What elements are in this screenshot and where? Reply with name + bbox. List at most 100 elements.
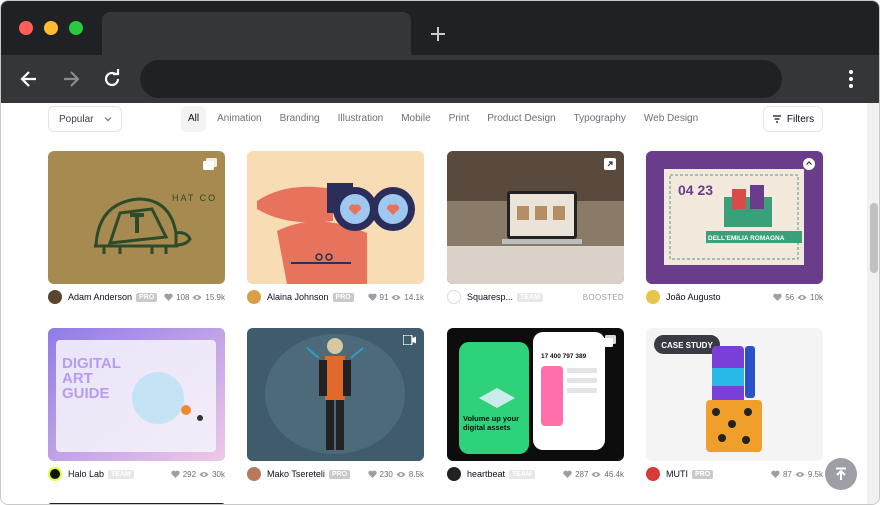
shot-art-text: HAT CO <box>172 193 217 203</box>
chevron-down-icon <box>104 117 112 122</box>
shot-thumbnail[interactable] <box>247 328 424 461</box>
scrollbar[interactable] <box>867 103 879 504</box>
tab-typography[interactable]: Typography <box>565 106 635 132</box>
eye-icon <box>797 294 807 300</box>
rebound-icon <box>803 158 815 170</box>
shot-meta: heartbeat TEAM 287 46.4k <box>447 466 624 482</box>
avatar[interactable] <box>447 290 461 304</box>
shot-stats: 87 9.5k <box>771 470 823 479</box>
arrow-right-icon <box>64 71 80 87</box>
eye-icon <box>795 471 805 477</box>
shot-thumbnail[interactable]: CASE STUDY <box>646 328 823 461</box>
avatar[interactable] <box>48 467 62 481</box>
close-window-button[interactable] <box>19 21 33 35</box>
avatar[interactable] <box>646 290 660 304</box>
browser-menu-button[interactable] <box>837 63 865 95</box>
multi-shot-icon <box>602 335 616 347</box>
sort-select[interactable]: Popular <box>48 106 122 132</box>
sort-select-value: Popular <box>59 113 94 125</box>
avatar[interactable] <box>247 467 261 481</box>
shot-art <box>447 151 624 284</box>
eye-icon <box>199 471 209 477</box>
avatar[interactable] <box>447 467 461 481</box>
shot-meta: Adam Anderson PRO 108 15.9k <box>48 289 225 305</box>
like-count: 91 <box>379 292 389 302</box>
reload-icon <box>104 69 120 87</box>
avatar[interactable] <box>247 290 261 304</box>
shot-art-text: 17 400 797 389 <box>541 353 587 360</box>
author-name[interactable]: Adam Anderson <box>68 292 132 302</box>
shot-thumbnail[interactable]: Volume up your digital assets 17 400 797… <box>447 328 624 461</box>
shot-art: CASE STUDY <box>654 335 762 452</box>
eye-icon <box>396 471 406 477</box>
tab-animation[interactable]: Animation <box>208 106 270 132</box>
view-count: 10k <box>810 292 823 302</box>
address-bar[interactable] <box>140 60 782 98</box>
boosted-label: BOOSTED <box>582 292 624 302</box>
heart-icon[interactable] <box>367 470 377 478</box>
filters-button[interactable]: Filters <box>763 106 823 132</box>
browser-toolbar <box>1 55 879 103</box>
reload-button[interactable] <box>96 63 128 95</box>
heart-icon[interactable] <box>164 293 173 301</box>
author-name[interactable]: Alaina Johnson <box>267 292 329 302</box>
heart-icon[interactable] <box>171 470 180 478</box>
tab-illustration[interactable]: Illustration <box>329 106 393 132</box>
scrollbar-thumb[interactable] <box>870 203 878 273</box>
shot-thumbnail[interactable] <box>447 151 624 284</box>
shot-thumbnail[interactable]: HAT CO <box>48 151 225 284</box>
scroll-to-top-button[interactable] <box>825 458 857 490</box>
heart-icon[interactable] <box>773 293 782 301</box>
new-tab-button[interactable] <box>427 19 449 49</box>
author-name[interactable]: Squaresp... <box>467 292 513 302</box>
eye-icon <box>591 471 601 477</box>
tab-branding[interactable]: Branding <box>271 106 329 132</box>
shot-art-text: Volume up your digital assets <box>463 414 520 432</box>
avatar[interactable] <box>646 467 660 481</box>
author-name[interactable]: heartbeat <box>467 469 505 479</box>
shot-meta: João Augusto 56 10k <box>646 289 823 305</box>
author-name[interactable]: Halo Lab <box>68 469 104 479</box>
shot-thumbnail[interactable]: 04 23 DELL'EMILIA ROMAGNA <box>646 151 823 284</box>
shot-art-text: DIGITAL ART GUIDE <box>62 356 121 402</box>
browser-tab[interactable] <box>102 12 411 55</box>
shot-stats: 91 14.1k <box>367 292 424 302</box>
maximize-window-button[interactable] <box>69 21 83 35</box>
shot-thumbnail[interactable] <box>247 151 424 284</box>
shot-meta: Mako Tsereteli PRO 230 8.5k <box>247 466 424 482</box>
shot-art-text: DELL'EMILIA ROMAGNA <box>708 235 785 242</box>
shot-stats: 56 10k <box>773 293 823 302</box>
pro-badge: PRO <box>328 469 351 479</box>
shot-stats: 230 8.5k <box>367 470 424 479</box>
pro-badge: PRO <box>332 292 354 302</box>
shot-art: HAT CO <box>94 193 217 254</box>
like-count: 287 <box>575 469 589 479</box>
shot-art <box>247 328 424 461</box>
avatar[interactable] <box>48 290 62 304</box>
view-count: 9.5k <box>807 469 823 479</box>
author-name[interactable]: Mako Tsereteli <box>267 469 325 479</box>
author-name[interactable]: João Augusto <box>666 292 721 302</box>
arrow-up-icon <box>836 467 846 480</box>
tab-print[interactable]: Print <box>440 106 479 132</box>
back-button[interactable] <box>13 63 45 95</box>
heart-icon[interactable] <box>367 293 377 301</box>
tab-mobile[interactable]: Mobile <box>392 106 439 132</box>
team-badge: TEAM <box>517 292 543 302</box>
heart-icon[interactable] <box>563 470 572 478</box>
eye-icon <box>391 294 401 300</box>
author-name[interactable]: MUTI <box>666 469 688 479</box>
shot-art-text: 04 23 <box>678 182 713 198</box>
forward-button[interactable] <box>55 63 87 95</box>
tab-web-design[interactable]: Web Design <box>635 106 707 132</box>
shot-thumbnail[interactable]: DIGITAL ART GUIDE <box>48 328 225 461</box>
heart-icon[interactable] <box>771 470 780 478</box>
case-study-label: CASE STUDY <box>661 341 713 350</box>
pro-badge: PRO <box>136 292 158 302</box>
tab-all[interactable]: All <box>181 106 207 132</box>
like-count: 108 <box>176 292 190 302</box>
video-icon <box>403 335 416 345</box>
minimize-window-button[interactable] <box>44 21 58 35</box>
eye-icon <box>192 294 202 300</box>
tab-product-design[interactable]: Product Design <box>478 106 564 132</box>
